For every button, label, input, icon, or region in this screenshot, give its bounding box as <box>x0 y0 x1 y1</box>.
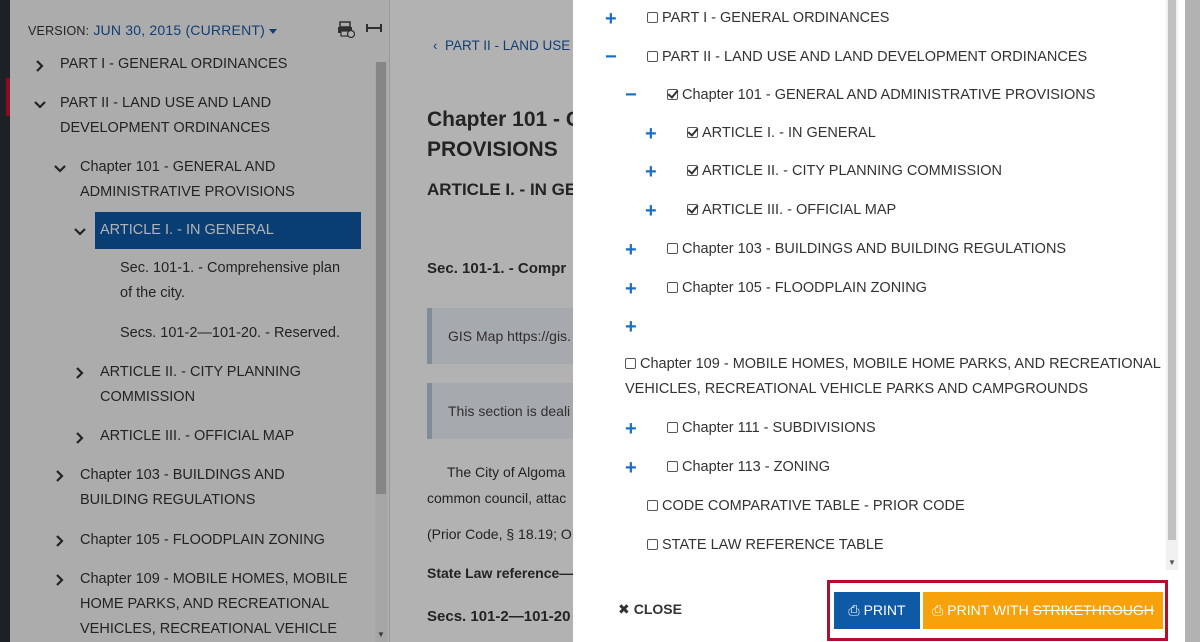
modal-row-ch113[interactable]: Chapter 113 - ZONING <box>667 455 830 480</box>
checkbox[interactable] <box>647 539 658 550</box>
modal-row-ch105[interactable]: Chapter 105 - FLOODPLAIN ZONING <box>667 276 927 301</box>
print-with-strikethrough-button[interactable]: ⎙ PRINT WITH STRIKETHROUGH <box>923 592 1163 629</box>
modal-row-ch109[interactable]: Chapter 109 - MOBILE HOMES, MOBILE HOME … <box>625 352 1161 402</box>
modal-row-comparative[interactable]: CODE COMPARATIVE TABLE - PRIOR CODE <box>647 494 965 519</box>
modal-row-state-law[interactable]: STATE LAW REFERENCE TABLE <box>647 533 884 558</box>
print-with-label: PRINT WITH <box>947 602 1029 618</box>
expand-plus-icon[interactable]: + <box>605 9 617 29</box>
print-modal: + PART I - GENERAL ORDINANCES − PART II … <box>573 0 1185 642</box>
modal-row-label: Chapter 111 - SUBDIVISIONS <box>682 420 876 436</box>
checkbox[interactable] <box>647 500 658 511</box>
modal-row-label: STATE LAW REFERENCE TABLE <box>662 537 884 553</box>
modal-row-part2[interactable]: PART II - LAND USE AND LAND DEVELOPMENT … <box>647 45 1087 70</box>
modal-row-part1[interactable]: PART I - GENERAL ORDINANCES <box>647 6 889 31</box>
close-label: CLOSE <box>633 601 682 617</box>
checkbox[interactable] <box>667 422 678 433</box>
checkbox[interactable] <box>667 461 678 472</box>
checkbox-checked[interactable] <box>687 127 698 138</box>
strikethrough-label: STRIKETHROUGH <box>1032 602 1154 618</box>
print-icon: ⎙ <box>848 602 860 618</box>
expand-plus-icon[interactable]: + <box>625 279 637 299</box>
checkbox[interactable] <box>667 282 678 293</box>
modal-row-label: Chapter 113 - ZONING <box>682 459 831 475</box>
close-button[interactable]: ✖ CLOSE <box>618 601 682 618</box>
modal-row-ch101[interactable]: Chapter 101 - GENERAL AND ADMINISTRATIVE… <box>667 83 1095 108</box>
collapse-minus-icon[interactable]: − <box>625 85 637 105</box>
expand-plus-icon[interactable]: + <box>645 124 657 144</box>
modal-row-label: CODE COMPARATIVE TABLE - PRIOR CODE <box>662 498 965 514</box>
expand-plus-icon[interactable]: + <box>645 162 657 182</box>
checkbox-checked[interactable] <box>667 89 678 100</box>
modal-row-art3[interactable]: ARTICLE III. - OFFICIAL MAP <box>687 198 896 223</box>
modal-row-label: PART I - GENERAL ORDINANCES <box>662 10 890 26</box>
modal-row-label: Chapter 101 - GENERAL AND ADMINISTRATIVE… <box>682 87 1096 103</box>
checkbox[interactable] <box>647 51 658 62</box>
expand-plus-icon[interactable]: + <box>625 419 637 439</box>
expand-plus-icon[interactable]: + <box>625 458 637 478</box>
checkbox-checked[interactable] <box>687 204 698 215</box>
expand-plus-icon[interactable]: + <box>645 201 657 221</box>
modal-row-art1[interactable]: ARTICLE I. - IN GENERAL <box>687 121 876 146</box>
print-button[interactable]: ⎙ PRINT <box>834 592 920 629</box>
modal-row-label: Chapter 109 - MOBILE HOMES, MOBILE HOME … <box>640 356 1161 372</box>
modal-row-label: Chapter 103 - BUILDINGS AND BUILDING REG… <box>682 241 1067 257</box>
expand-plus-icon[interactable]: + <box>625 240 637 260</box>
modal-row-label: ARTICLE I. - IN GENERAL <box>702 125 876 141</box>
scroll-down-arrow-icon[interactable]: ▼ <box>1168 558 1176 567</box>
modal-row-art2[interactable]: ARTICLE II. - CITY PLANNING COMMISSION <box>687 159 1002 184</box>
modal-scrollbar-thumb[interactable] <box>1168 0 1176 540</box>
expand-plus-icon[interactable]: + <box>625 317 637 337</box>
checkbox[interactable] <box>667 243 678 254</box>
print-label: PRINT <box>863 602 906 618</box>
print-icon: ⎙ <box>932 602 944 618</box>
collapse-minus-icon[interactable]: − <box>605 47 617 67</box>
modal-row-label: ARTICLE II. - CITY PLANNING COMMISSION <box>702 163 1002 179</box>
modal-row-label: PART II - LAND USE AND LAND DEVELOPMENT … <box>662 49 1088 65</box>
modal-row-label: ARTICLE III. - OFFICIAL MAP <box>702 202 897 218</box>
close-icon: ✖ <box>618 601 630 617</box>
modal-row-label: Chapter 105 - FLOODPLAIN ZONING <box>682 280 927 296</box>
checkbox-checked[interactable] <box>687 165 698 176</box>
modal-row-ch103[interactable]: Chapter 103 - BUILDINGS AND BUILDING REG… <box>667 237 1066 262</box>
checkbox[interactable] <box>647 12 658 23</box>
modal-row-ch111[interactable]: Chapter 111 - SUBDIVISIONS <box>667 416 876 441</box>
modal-row-label: VEHICLES, RECREATIONAL VEHICLE PARKS AND… <box>625 381 1089 397</box>
checkbox[interactable] <box>625 358 636 369</box>
